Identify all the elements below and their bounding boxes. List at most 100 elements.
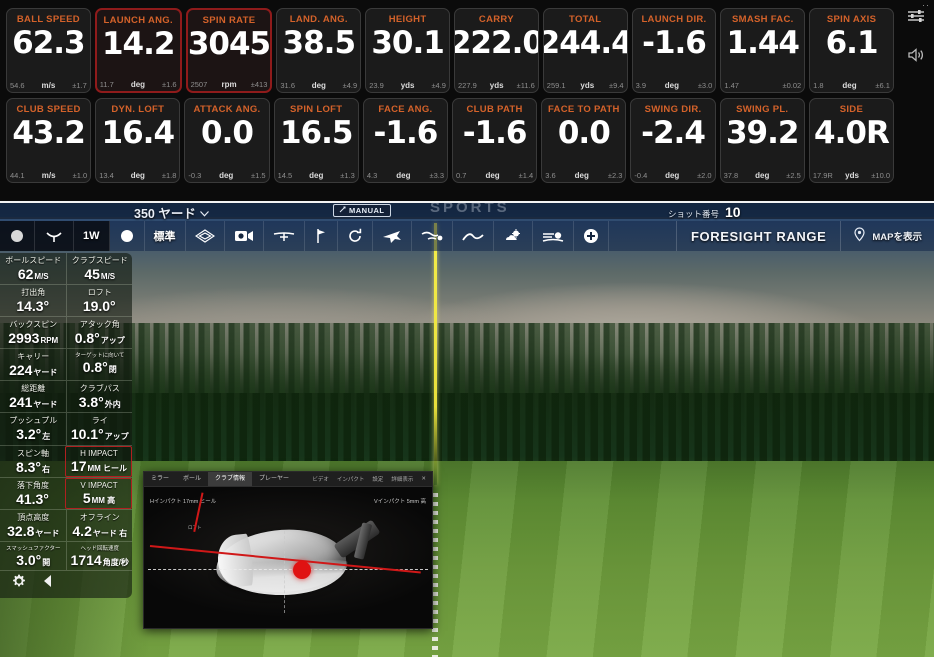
metric-title: FACE ANG. <box>378 104 433 115</box>
distance-label: 350 ヤード <box>134 207 196 221</box>
metric-unit: m/s <box>41 81 56 90</box>
sidebar-footer <box>0 571 132 596</box>
ball-mode-icon[interactable] <box>110 221 145 251</box>
trajectory-icon[interactable] <box>264 221 305 251</box>
metric-tolerance: ±11.6 <box>516 81 535 90</box>
metric-footer: 259.1 yds ±9.4 <box>544 81 627 90</box>
sidebar-metric-total-distance[interactable]: 総距離 241ヤード <box>0 381 66 412</box>
sidebar-metric-value: 0.8°閉 <box>82 359 117 376</box>
metric-tile-face-to-path[interactable]: FACE TO PATH 0.0 3.6 deg ±2.3 <box>541 98 627 183</box>
sidebar-metric-spin-axis[interactable]: スピン軸 8.3°右 <box>0 446 65 477</box>
sidebar-metric-offline[interactable]: オフライン 4.2ヤード 右 <box>65 509 133 541</box>
sidebar-metric-label: 打出角 <box>21 288 46 298</box>
sidebar-metric-ball-speed[interactable]: ボールスピード 62M/S <box>0 253 66 284</box>
metric-tile-launch-direction[interactable]: LAUNCH DIR. -1.6 3.9 deg ±3.0 <box>631 8 717 93</box>
replay-icon[interactable] <box>338 221 373 251</box>
sidebar-metric-push-pull[interactable]: プッシュプル 3.2°左 <box>0 413 66 444</box>
sidebar-metric-label: H IMPACT <box>80 448 118 458</box>
wind-icon[interactable] <box>412 221 453 251</box>
metric-value: 43.2 <box>12 115 85 151</box>
details-button[interactable]: 詳細表示 <box>391 475 413 483</box>
sidebar-metric-head-rotation-speed[interactable]: ヘッド回転速度 1714角度/秒 <box>65 541 133 570</box>
video-button[interactable]: ビデオ <box>312 475 329 483</box>
impact-window-header: ミラー ボール クラブ情報 プレーヤー ビデオ インパクト 設定 詳細表示 ✕ <box>144 472 432 487</box>
standard-mode-button[interactable]: 標準 <box>145 221 186 251</box>
metric-title: CLUB SPEED <box>16 104 81 115</box>
manual-mode-badge[interactable]: MANUAL <box>333 204 391 217</box>
tab-ball[interactable]: ボール <box>176 472 208 486</box>
sidebar-metric-backspin[interactable]: バックスピン 2993RPM <box>0 317 66 348</box>
metric-tile-club-path[interactable]: CLUB PATH -1.6 0.7 deg ±1.4 <box>452 98 538 183</box>
metric-tolerance: ±2.0 <box>697 171 712 180</box>
metric-footer: 227.9 yds ±11.6 <box>455 81 538 90</box>
tab-club-info[interactable]: クラブ情報 <box>208 472 253 486</box>
impact-button[interactable]: インパクト <box>337 475 365 483</box>
show-map-button[interactable]: MAPを表示 <box>840 221 934 251</box>
metric-tile-spin-axis[interactable]: SPIN AXIS 6.1 1.8 deg ±6.1 <box>809 8 894 93</box>
sidebar-metric-club-speed[interactable]: クラブスピード 45M/S <box>65 253 133 285</box>
sidebar-metric-descent-angle[interactable]: 落下角度 41.3° <box>0 478 65 509</box>
tab-player[interactable]: プレーヤー <box>252 472 296 486</box>
sidebar-metric-face-to-target[interactable]: ターゲットに向いて 0.8°閉 <box>65 349 133 381</box>
metrics-sidebar: ボールスピード 62M/S クラブスピード 45M/S 打出角 14.3° ロフ… <box>0 253 132 598</box>
sliders-icon[interactable] <box>907 8 925 29</box>
collapse-left-icon[interactable] <box>42 574 54 593</box>
close-icon[interactable]: ✕ <box>421 476 426 482</box>
weather-icon[interactable] <box>494 221 533 251</box>
impact-window-actions: ビデオ インパクト 設定 詳細表示 ✕ <box>312 475 432 483</box>
metric-tile-carry[interactable]: CARRY 222.0 227.9 yds ±11.6 <box>453 8 539 93</box>
sidebar-metric-carry[interactable]: キャリー 224ヤード <box>0 349 66 380</box>
metric-footer: 3.9 deg ±3.0 <box>633 81 716 90</box>
layers-icon[interactable] <box>533 221 574 251</box>
metric-value: 16.5 <box>279 115 353 151</box>
metric-tile-total[interactable]: TOTAL 244.4 259.1 yds ±9.4 <box>542 8 628 93</box>
tab-mirror[interactable]: ミラー <box>144 472 176 486</box>
sidebar-metric-h-impact[interactable]: H IMPACT 17MM ヒール <box>65 445 132 477</box>
sidebar-metric-loft[interactable]: ロフト 19.0° <box>65 285 133 317</box>
flag-icon[interactable] <box>305 221 338 251</box>
metric-tile-height[interactable]: HEIGHT 30.1 23.9 yds ±4.9 <box>365 8 450 93</box>
club-impact-window[interactable]: ミラー ボール クラブ情報 プレーヤー ビデオ インパクト 設定 詳細表示 ✕ … <box>143 471 433 629</box>
club-select[interactable]: 1W <box>74 221 110 251</box>
gear-icon[interactable] <box>12 574 26 593</box>
metric-tolerance: ±4.9 <box>342 81 358 90</box>
sidebar-metric-apex-height[interactable]: 頂点高度 32.8ヤード <box>0 510 66 541</box>
metric-tile-spin-loft[interactable]: SPIN LOFT 16.5 14.5 deg ±1.3 <box>273 98 359 183</box>
green-grid-icon[interactable] <box>186 221 225 251</box>
terrain-icon[interactable] <box>453 221 494 251</box>
tee-icon[interactable] <box>35 221 74 251</box>
distance-selector[interactable]: 350 ヤード <box>134 203 209 222</box>
metric-tile-club-speed[interactable]: CLUB SPEED 43.2 44.1 m/s ±1.0 <box>6 98 92 183</box>
metric-title: CARRY <box>478 14 514 25</box>
sidebar-metric-face-open[interactable]: スマッシュファクター 3.0°開 <box>0 542 66 570</box>
sidebar-row: キャリー 224ヤード ターゲットに向いて 0.8°閉 <box>0 349 133 382</box>
metric-unit: yds <box>400 81 415 90</box>
add-icon[interactable] <box>574 221 609 251</box>
sidebar-metric-launch-angle[interactable]: 打出角 14.3° <box>0 285 66 316</box>
metric-tile-swing-direction[interactable]: SWING DIR. -2.4 -0.4 deg ±2.0 <box>630 98 716 183</box>
sidebar-metric-v-impact[interactable]: V IMPACT 5MM 高 <box>65 477 132 509</box>
sidebar-metric-value: 1714角度/秒 <box>70 551 129 568</box>
camera-icon[interactable] <box>225 221 264 251</box>
metric-tile-ball-speed[interactable]: BALL SPEED 62.3 54.6 m/s ±1.7 <box>6 8 91 93</box>
sidebar-metric-attack-angle[interactable]: アタック角 0.8°アップ <box>65 317 133 349</box>
sidebar-metric-club-path[interactable]: クラブパス 3.8°外内 <box>65 381 133 413</box>
ball-icon[interactable] <box>0 221 35 251</box>
metric-tile-dynamic-loft[interactable]: DYN. LOFT 16.4 13.4 deg ±1.8 <box>95 98 181 183</box>
metric-tile-attack-angle[interactable]: ATTACK ANG. 0.0 -0.3 deg ±1.5 <box>184 98 270 183</box>
metric-tile-land-angle[interactable]: LAND. ANG. 38.5 31.6 deg ±4.9 <box>276 8 362 93</box>
metric-tile-swing-plane[interactable]: SWING PL. 39.2 37.8 deg ±2.5 <box>719 98 805 183</box>
metric-prev: -0.3 <box>188 171 202 180</box>
metric-tile-spin-rate[interactable]: SPIN RATE 3045 2507 rpm ±413 <box>185 8 273 93</box>
flight-icon[interactable] <box>373 221 412 251</box>
metric-value: -2.4 <box>641 115 706 151</box>
metric-unit: deg <box>485 171 500 180</box>
speaker-icon[interactable] <box>907 47 925 68</box>
metric-tile-face-angle[interactable]: FACE ANG. -1.6 4.3 deg ±3.3 <box>362 98 449 183</box>
metric-footer: 2507 rpm ±413 <box>188 80 271 89</box>
metric-tile-launch-angle[interactable]: LAUNCH ANG. 14.2 11.7 deg ±1.6 <box>94 8 182 93</box>
metric-tile-side[interactable]: SIDE 4.0R 17.9R yds ±10.0 <box>808 98 895 183</box>
metric-tile-smash-factor[interactable]: SMASH FAC. 1.44 1.47 ±0.02 <box>720 8 806 93</box>
settings-button[interactable]: 設定 <box>372 475 383 483</box>
sidebar-metric-lie[interactable]: ライ 10.1°アップ <box>65 413 133 445</box>
